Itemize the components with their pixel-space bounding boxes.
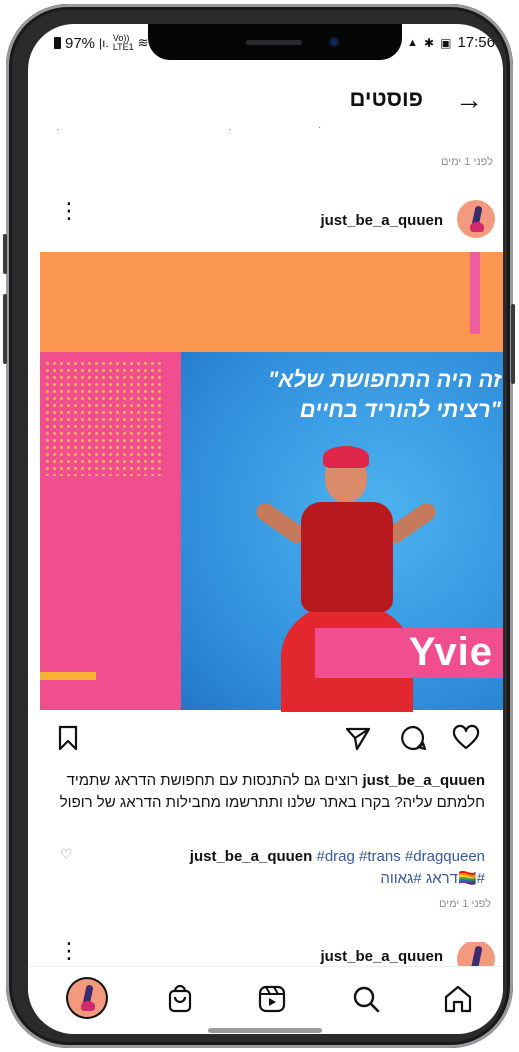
status-left: 97% |ı. Vo)) LTE1 ≋ xyxy=(54,34,149,52)
hashtag-line-2[interactable]: #🏳️‍🌈דראג #גאווה xyxy=(380,870,485,887)
comment-icon[interactable] xyxy=(400,724,428,752)
volume-down-button xyxy=(3,294,7,364)
hashtag-dragqueen[interactable]: #dragqueen xyxy=(405,848,485,865)
avatar[interactable] xyxy=(457,200,495,238)
post-comment: just_be_a_quuen #drag #trans #dragqueen … xyxy=(65,846,485,890)
clock: 17:56 xyxy=(457,34,495,51)
shop-icon[interactable] xyxy=(162,981,198,1017)
pink-stripe xyxy=(470,252,480,334)
back-arrow-icon[interactable]: → xyxy=(455,86,483,114)
signal-icon: |ı. xyxy=(99,36,109,50)
phone-frame: 97% |ı. Vo)) LTE1 ≋ ▲ ✱ ▣ 17:56 פוסטים →… xyxy=(3,4,515,1048)
wifi-icon: ≋ xyxy=(137,35,149,50)
home-indicator[interactable] xyxy=(208,1028,322,1033)
hashtag-trans[interactable]: #trans xyxy=(359,848,401,865)
post-username[interactable]: just_be_a_quuen xyxy=(320,212,443,229)
next-more-options-icon[interactable]: ⋮ xyxy=(58,942,80,962)
search-icon[interactable] xyxy=(348,981,384,1017)
figure-torso xyxy=(301,502,393,612)
avatar-figure xyxy=(470,945,483,966)
more-options-icon[interactable]: ⋮ xyxy=(58,200,80,222)
orange-block xyxy=(40,252,503,352)
next-avatar[interactable] xyxy=(457,942,495,966)
notch xyxy=(148,24,402,60)
name-banner: Yvie xyxy=(315,628,503,678)
post-image[interactable]: זה היה התחפושת שלא" "רציתי להוריד בחיים … xyxy=(40,252,503,712)
speaker xyxy=(246,40,302,45)
bottom-navigation xyxy=(28,966,503,1034)
quote-line-2: "רציתי להוריד בחיים xyxy=(299,397,501,422)
network-type: Vo)) LTE1 xyxy=(113,34,134,52)
caption-username[interactable]: just_be_a_quuen xyxy=(362,772,485,789)
volume-up-button xyxy=(3,234,7,274)
battery-icon xyxy=(54,37,61,49)
post-caption: just_be_a_quuen רוצים גם להתנסות עם תחפו… xyxy=(45,770,485,814)
post-timeago: לפני 1 ימים xyxy=(439,898,491,910)
page-title: פוסטים xyxy=(349,86,423,111)
next-post-header: ⋮ just_be_a_quuen xyxy=(28,942,503,966)
top-bar: פוסטים → xyxy=(28,78,503,122)
gallery-icon: ▣ xyxy=(440,35,452,50)
prev-post-timeago: לפני 1 ימים xyxy=(441,156,493,168)
share-icon[interactable] xyxy=(344,724,372,752)
prev-post-mark: · xyxy=(318,122,322,133)
status-right: ▲ ✱ ▣ 17:56 xyxy=(407,34,495,51)
prev-post-mark: · xyxy=(228,124,232,135)
screen: 97% |ı. Vo)) LTE1 ≋ ▲ ✱ ▣ 17:56 פוסטים →… xyxy=(28,24,503,1034)
avatar-dress xyxy=(81,1001,95,1011)
bluetooth-icon: ✱ xyxy=(424,35,435,50)
quote-line-1: זה היה התחפושת שלא" xyxy=(267,367,501,392)
reels-icon[interactable] xyxy=(254,981,290,1017)
nav-profile-avatar[interactable] xyxy=(68,979,106,1017)
comment-username[interactable]: just_be_a_quuen xyxy=(190,848,313,865)
home-icon[interactable] xyxy=(440,981,476,1017)
post-header: ⋮ just_be_a_quuen xyxy=(28,200,503,244)
battery-percent: 97% xyxy=(65,34,96,52)
front-camera xyxy=(329,37,339,47)
queen-name: Yvie xyxy=(408,630,493,674)
yellow-dot-pattern xyxy=(44,360,164,476)
prev-post-mark: · xyxy=(56,124,60,135)
heart-icon[interactable] xyxy=(452,724,480,752)
avatar-dress xyxy=(470,222,484,232)
post-actions xyxy=(28,724,503,758)
yellow-line xyxy=(40,672,96,680)
bookmark-icon[interactable] xyxy=(54,724,82,752)
figure-hair xyxy=(323,446,369,468)
alarm-icon: ▲ xyxy=(407,36,419,49)
previous-post-remnant: · · · xyxy=(28,122,503,135)
pink-block xyxy=(40,352,181,710)
hashtag-drag[interactable]: #drag xyxy=(317,848,355,865)
next-post-username[interactable]: just_be_a_quuen xyxy=(320,948,443,965)
power-button xyxy=(511,304,515,384)
lte-label: LTE1 xyxy=(112,42,134,52)
